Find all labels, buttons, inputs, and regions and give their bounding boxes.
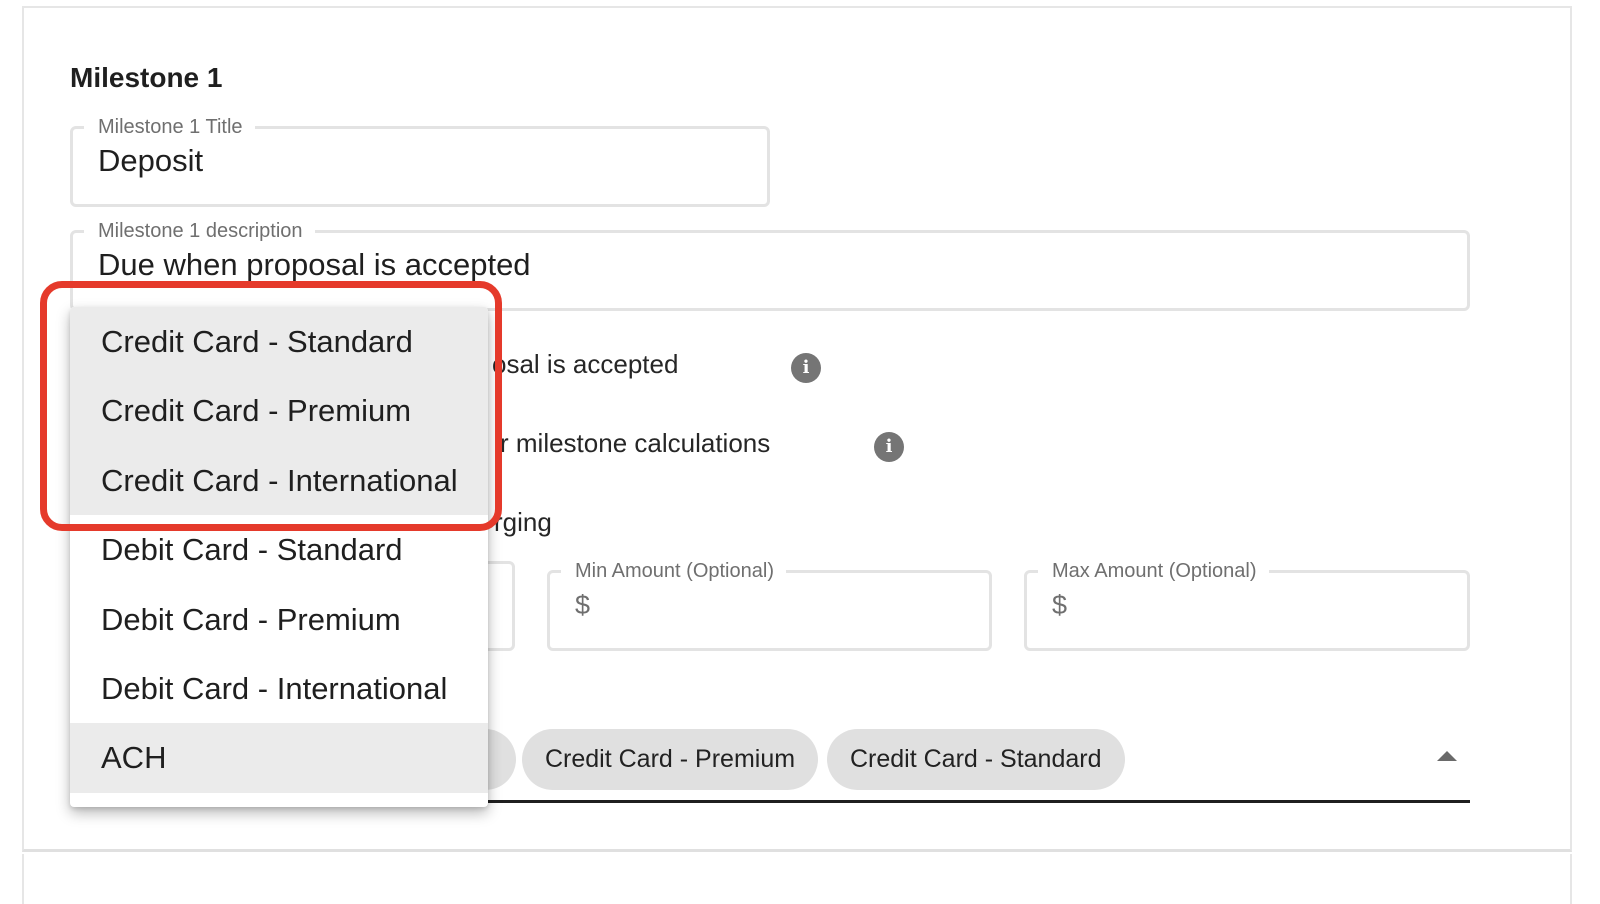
min-amount-prefix: $: [575, 590, 591, 620]
info-icon[interactable]: i: [791, 353, 821, 383]
payment-methods-dropdown[interactable]: Credit Card - Standard Credit Card - Pre…: [70, 307, 488, 807]
payment-chip[interactable]: Credit Card - Standard: [827, 729, 1125, 790]
dropdown-option-credit-standard[interactable]: Credit Card - Standard: [70, 307, 488, 377]
dropdown-option-credit-premium[interactable]: Credit Card - Premium: [70, 376, 488, 446]
payment-chip[interactable]: Credit Card - Premium: [522, 729, 819, 790]
milestone-title-value[interactable]: Deposit: [98, 143, 742, 179]
dropdown-option-debit-premium[interactable]: Debit Card - Premium: [70, 585, 488, 654]
max-amount-label: Max Amount (Optional): [1052, 560, 1257, 582]
min-amount-field[interactable]: Min Amount (Optional) $: [547, 561, 992, 651]
min-amount-label: Min Amount (Optional): [575, 560, 774, 582]
option-row-text-1: osal is accepted: [492, 349, 679, 379]
dropdown-option-debit-international[interactable]: Debit Card - International: [70, 654, 488, 723]
dropdown-option-ach[interactable]: ACH: [70, 723, 488, 793]
milestone-heading: Milestone 1: [70, 62, 223, 93]
dropdown-option-credit-international[interactable]: Credit Card - International: [70, 445, 488, 516]
caret-up-icon[interactable]: [1437, 751, 1457, 761]
next-card-edge: [22, 854, 1572, 904]
milestone-description-label: Milestone 1 description: [98, 220, 303, 242]
option-row-text-2: r milestone calculations: [500, 428, 771, 458]
milestone-title-field[interactable]: Milestone 1 Title Deposit: [70, 117, 770, 207]
dropdown-option-debit-standard[interactable]: Debit Card - Standard: [70, 515, 488, 584]
max-amount-prefix: $: [1052, 590, 1068, 620]
info-icon[interactable]: i: [874, 432, 904, 462]
max-amount-field[interactable]: Max Amount (Optional) $: [1024, 561, 1470, 651]
milestone-title-label: Milestone 1 Title: [98, 116, 243, 138]
milestone-description-value[interactable]: Due when proposal is accepted: [98, 247, 1442, 283]
milestone-description-field[interactable]: Milestone 1 description Due when proposa…: [70, 221, 1470, 311]
option-row-text-3: rging: [494, 507, 552, 537]
